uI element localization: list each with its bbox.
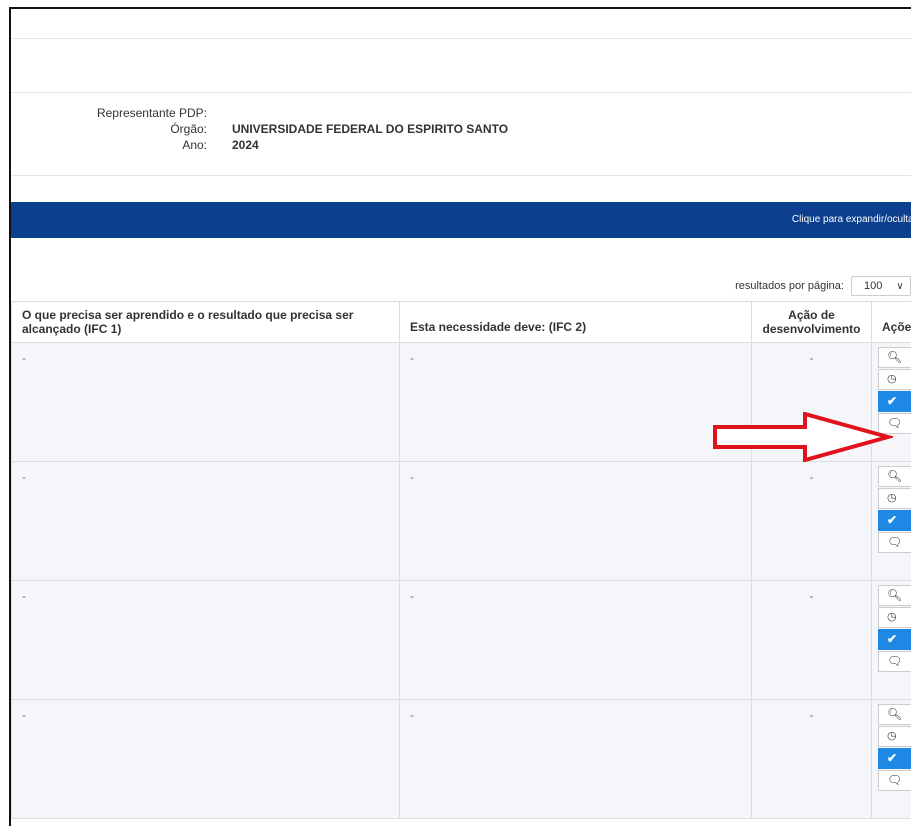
divider	[11, 38, 911, 39]
check-icon: ✔	[887, 751, 898, 765]
search-icon: 🔍︎	[887, 707, 903, 721]
results-per-page-label: resultados por página:	[735, 279, 844, 292]
chevron-down-icon: ∨	[896, 281, 904, 292]
cell-actions: 🔍︎ ◷ ✔ 🗨︎	[871, 699, 911, 819]
view-button[interactable]: 🔍︎	[878, 466, 911, 487]
annotation-arrow	[713, 412, 893, 462]
search-icon: 🔍︎	[887, 588, 903, 602]
cell-acao: -	[751, 580, 872, 700]
column-header-acoes: Ações	[871, 301, 911, 343]
comment-button[interactable]: 🗨︎	[878, 532, 911, 553]
divider	[11, 175, 911, 176]
comment-icon: 🗨︎	[887, 654, 903, 668]
cell-ifc1: -	[11, 342, 400, 462]
table-row: - - - 🔍︎ ◷ ✔ 🗨︎	[11, 580, 911, 700]
results-per-page-select[interactable]: 100 ∨	[851, 276, 911, 296]
approve-button[interactable]: ✔	[878, 629, 911, 650]
check-icon: ✔	[887, 632, 898, 646]
results-per-page: resultados por página: 100 ∨	[735, 276, 911, 296]
ano-value: 2024	[232, 138, 259, 152]
table-row: - - - 🔍︎ ◷ ✔ 🗨︎	[11, 461, 911, 581]
history-button[interactable]: ◷	[878, 488, 911, 509]
cell-acao: -	[751, 699, 872, 819]
check-icon: ✔	[887, 513, 898, 527]
table-header-row: O que precisa ser aprendido e o resultad…	[11, 301, 911, 343]
cell-ifc2: -	[399, 342, 752, 462]
search-icon: 🔍︎	[887, 350, 903, 364]
approve-button[interactable]: ✔	[878, 748, 911, 769]
history-button[interactable]: ◷	[878, 726, 911, 747]
comment-button[interactable]: 🗨︎	[878, 770, 911, 791]
check-icon: ✔	[887, 394, 898, 408]
representante-label: Representante PDP:	[96, 106, 207, 120]
clock-icon: ◷	[887, 373, 897, 385]
comment-icon: 🗨︎	[887, 773, 903, 787]
cell-ifc1: -	[11, 461, 400, 581]
cell-actions: 🔍︎ ◷ ✔ 🗨︎	[871, 580, 911, 700]
info-values: UNIVERSIDADE FEDERAL DO ESPIRITO SANTO 2…	[232, 122, 632, 162]
clock-icon: ◷	[887, 730, 897, 742]
orgao-label: Órgão:	[170, 122, 207, 136]
cell-actions: 🔍︎ ◷ ✔ 🗨︎	[871, 461, 911, 581]
history-button[interactable]: ◷	[878, 607, 911, 628]
cell-ifc2: -	[399, 699, 752, 819]
expand-collapse-link[interactable]: Clique para expandir/ocultar	[792, 214, 911, 225]
column-header-ifc1: O que precisa ser aprendido e o resultad…	[11, 301, 400, 343]
cell-ifc1: -	[11, 580, 400, 700]
section-banner[interactable]: Clique para expandir/ocultar	[11, 202, 911, 238]
cell-ifc2: -	[399, 461, 752, 581]
info-labels: Representante PDP: Órgão: Ano:	[11, 106, 207, 166]
comment-button[interactable]: 🗨︎	[878, 651, 911, 672]
view-button[interactable]: 🔍︎	[878, 347, 911, 368]
ano-label: Ano:	[182, 138, 207, 152]
clock-icon: ◷	[887, 492, 897, 504]
divider	[11, 92, 911, 93]
comment-icon: 🗨︎	[887, 535, 903, 549]
cell-ifc2: -	[399, 580, 752, 700]
cell-acao: -	[751, 461, 872, 581]
view-button[interactable]: 🔍︎	[878, 585, 911, 606]
view-button[interactable]: 🔍︎	[878, 704, 911, 725]
results-table: O que precisa ser aprendido e o resultad…	[11, 301, 911, 819]
cell-ifc1: -	[11, 699, 400, 819]
column-header-ifc2: Esta necessidade deve: (IFC 2)	[399, 301, 752, 343]
approve-button[interactable]: ✔	[878, 391, 911, 412]
column-header-acao: Ação de desenvolvimento	[751, 301, 872, 343]
approve-button[interactable]: ✔	[878, 510, 911, 531]
table-row: - - - 🔍︎ ◷ ✔ 🗨︎	[11, 699, 911, 819]
history-button[interactable]: ◷	[878, 369, 911, 390]
clock-icon: ◷	[887, 611, 897, 623]
search-icon: 🔍︎	[887, 469, 903, 483]
results-per-page-value: 100	[864, 280, 883, 292]
orgao-value: UNIVERSIDADE FEDERAL DO ESPIRITO SANTO	[232, 122, 509, 136]
page-frame: Representante PDP: Órgão: Ano: UNIVERSID…	[9, 7, 911, 826]
